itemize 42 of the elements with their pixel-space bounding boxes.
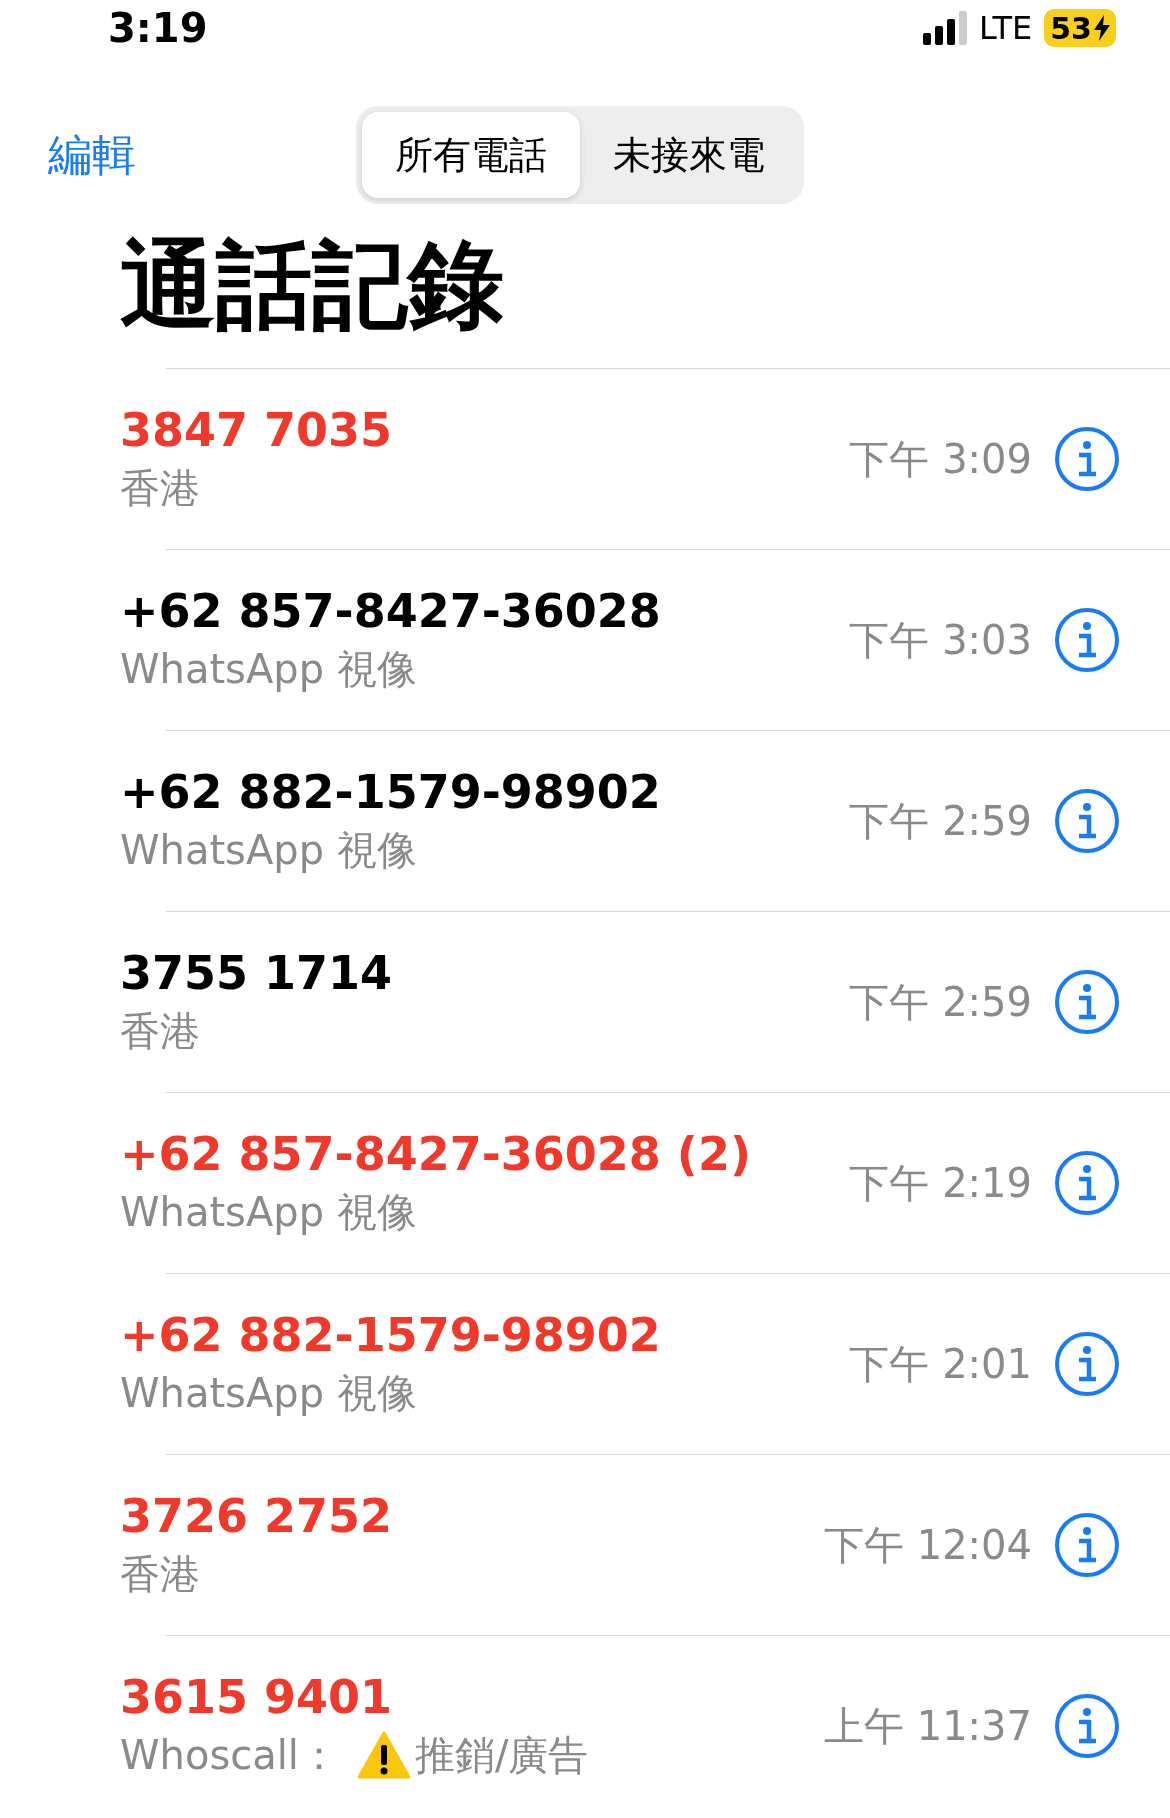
info-button[interactable] xyxy=(1054,1150,1120,1216)
info-button[interactable] xyxy=(1054,426,1120,492)
spam-tag: 推銷/廣告 xyxy=(414,1727,589,1783)
info-button[interactable] xyxy=(1054,969,1120,1035)
call-subtitle: WhatsApp 視像 xyxy=(120,1187,417,1237)
signal-icon xyxy=(923,11,968,45)
caller-name: 3726 2752 xyxy=(120,1488,394,1543)
call-time: 下午 2:19 xyxy=(849,1158,1032,1208)
call-time: 下午 3:09 xyxy=(849,434,1032,484)
call-subtitle: WhatsApp 視像 xyxy=(120,644,417,694)
caller-name: 3847 7035 xyxy=(120,402,394,457)
info-button[interactable] xyxy=(1054,1512,1120,1578)
call-subtitle: 香港 xyxy=(120,1006,200,1056)
network-label: LTE xyxy=(979,9,1033,47)
caller-name: 3755 1714 xyxy=(120,945,394,1000)
call-time: 下午 2:59 xyxy=(849,796,1032,846)
info-button[interactable] xyxy=(1054,607,1120,673)
caller-name: +62 857-8427-36028 xyxy=(120,583,662,638)
call-time: 下午 2:59 xyxy=(849,977,1032,1027)
caller-name: 3615 9401 xyxy=(120,1669,394,1724)
caller-name: +62 882-1579-98902 xyxy=(120,1307,662,1362)
call-subtitle: WhatsApp 視像 xyxy=(120,1368,417,1418)
caller-name: +62 882-1579-98902 xyxy=(120,764,662,819)
info-button[interactable] xyxy=(1054,1331,1120,1397)
caller-name: +62 857-8427-36028 (2) xyxy=(120,1126,752,1181)
call-subtitle: 香港 xyxy=(120,1549,200,1599)
call-time: 下午 12:04 xyxy=(824,1520,1032,1570)
filter-tab[interactable]: 所有電話 xyxy=(362,112,580,198)
status-time: 3:19 xyxy=(108,5,208,51)
call-subtitle: Whoscall： xyxy=(120,1730,339,1780)
call-time: 上午 11:37 xyxy=(824,1701,1032,1751)
call-subtitle: WhatsApp 視像 xyxy=(120,825,417,875)
battery-indicator: 53 xyxy=(1044,9,1116,47)
call-subtitle: 香港 xyxy=(120,463,200,513)
page-title: 通話記錄 xyxy=(120,228,505,343)
info-button[interactable] xyxy=(1054,1693,1120,1759)
edit-link[interactable]: 編輯 xyxy=(48,125,356,185)
warning-icon xyxy=(356,1731,411,1779)
call-time: 下午 3:03 xyxy=(849,615,1032,665)
info-button[interactable] xyxy=(1054,788,1120,854)
filter-tab[interactable]: 未接來電 xyxy=(580,112,798,198)
call-time: 下午 2:01 xyxy=(849,1339,1032,1389)
